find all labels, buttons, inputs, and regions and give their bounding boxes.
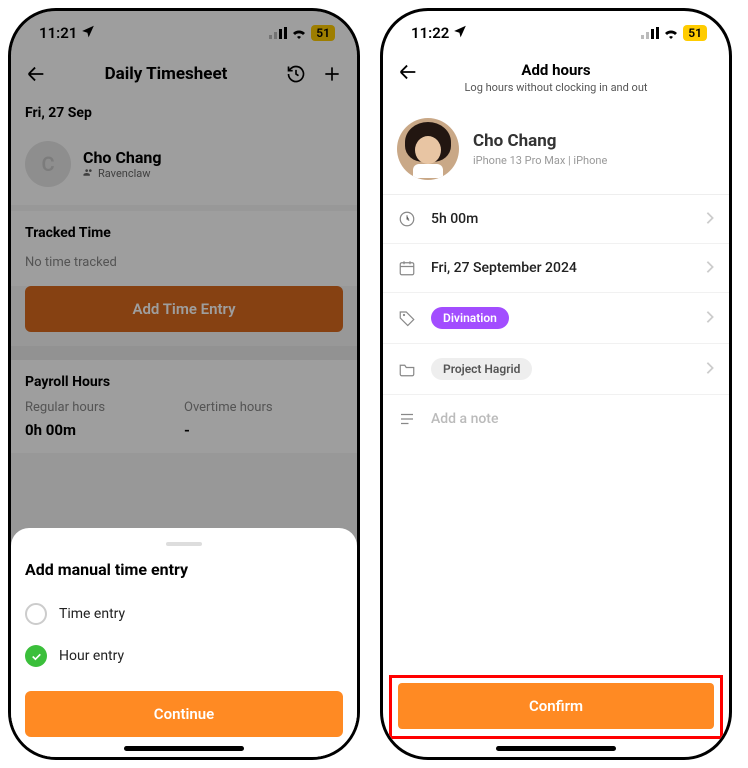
folder-icon <box>397 359 417 379</box>
duration-value: 5h 00m <box>431 211 691 227</box>
home-indicator[interactable] <box>496 746 616 751</box>
option-label: Hour entry <box>59 648 124 664</box>
status-bar: 11:22 51 <box>383 11 729 55</box>
user-header: Cho Chang iPhone 13 Pro Max | iPhone <box>383 104 729 195</box>
option-label: Time entry <box>59 606 125 622</box>
confirm-button[interactable]: Confirm <box>398 683 714 729</box>
wifi-icon <box>663 27 679 39</box>
row-date[interactable]: Fri, 27 September 2024 <box>383 244 729 293</box>
option-hour-entry[interactable]: Hour entry <box>25 635 343 677</box>
cellular-signal-icon <box>641 27 659 39</box>
calendar-icon <box>397 258 417 278</box>
phone-right: 11:22 51 Add hours Log hours without clo… <box>380 8 732 760</box>
chevron-right-icon <box>705 259 715 278</box>
bottom-sheet: Add manual time entry Time entry Hour en… <box>11 528 357 757</box>
user-device: iPhone 13 Pro Max | iPhone <box>473 154 607 167</box>
option-time-entry[interactable]: Time entry <box>25 593 343 635</box>
note-lines-icon <box>397 409 417 429</box>
chevron-right-icon <box>705 210 715 229</box>
phone-left: 11:21 51 Daily Timesheet <box>8 8 360 760</box>
avatar <box>397 118 459 180</box>
sheet-title: Add manual time entry <box>25 560 343 579</box>
sheet-handle[interactable] <box>166 542 202 546</box>
radio-checked-icon <box>25 645 47 667</box>
note-placeholder: Add a note <box>431 411 715 427</box>
continue-button[interactable]: Continue <box>25 691 343 737</box>
chevron-right-icon <box>705 360 715 379</box>
radio-unchecked-icon <box>25 603 47 625</box>
highlight-annotation: Confirm <box>389 675 723 739</box>
screen-header: Add hours Log hours without clocking in … <box>383 55 729 104</box>
chevron-right-icon <box>705 309 715 328</box>
tag-pill: Divination <box>431 307 509 329</box>
add-hours-screen: Add hours Log hours without clocking in … <box>383 55 729 757</box>
back-arrow-icon[interactable] <box>397 61 419 87</box>
page-title: Add hours <box>397 61 715 79</box>
status-time: 11:22 <box>411 24 449 42</box>
row-project[interactable]: Project Hagrid <box>383 344 729 395</box>
form-list: 5h 00m Fri, 27 September 2024 <box>383 195 729 443</box>
clock-icon <box>397 209 417 229</box>
row-tag[interactable]: Divination <box>383 293 729 344</box>
user-name: Cho Chang <box>473 131 607 151</box>
date-value: Fri, 27 September 2024 <box>431 260 691 276</box>
row-note[interactable]: Add a note <box>383 395 729 443</box>
home-indicator[interactable] <box>124 746 244 751</box>
battery-level: 51 <box>683 25 707 41</box>
row-duration[interactable]: 5h 00m <box>383 195 729 244</box>
tag-icon <box>397 308 417 328</box>
page-subtitle: Log hours without clocking in and out <box>397 81 715 94</box>
location-arrow-icon <box>453 24 467 42</box>
project-pill: Project Hagrid <box>431 358 532 380</box>
